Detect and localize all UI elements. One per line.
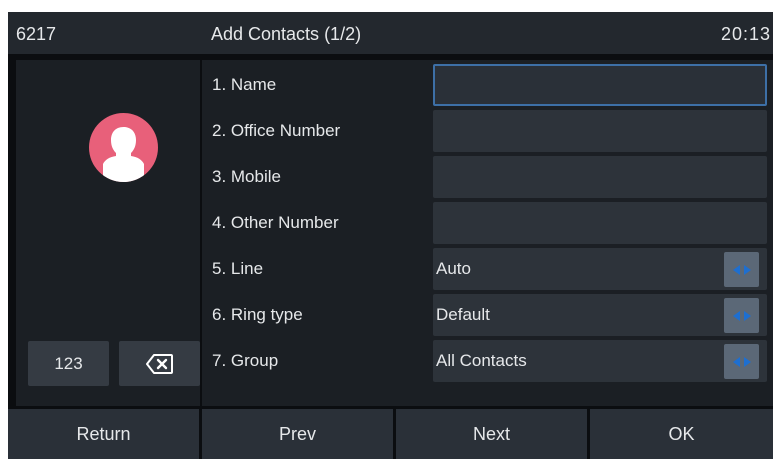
backspace-icon bbox=[145, 353, 173, 374]
avatar bbox=[89, 113, 158, 182]
return-button[interactable]: Return bbox=[8, 409, 199, 459]
extension-number: 6217 bbox=[16, 24, 57, 44]
ring-type-value: Default bbox=[436, 305, 490, 324]
ok-button[interactable]: OK bbox=[590, 409, 773, 459]
phone-screen: 6217 Add Contacts (1/2) 20:13 123 1. Nam… bbox=[8, 12, 773, 459]
left-right-arrows-icon bbox=[732, 310, 751, 321]
form-row-line: 5. Line Auto bbox=[202, 246, 773, 292]
input-mode-label: 123 bbox=[54, 353, 83, 373]
softkey-bar: Return Prev Next OK bbox=[8, 409, 773, 459]
line-label: 5. Line bbox=[212, 259, 264, 278]
next-button[interactable]: Next bbox=[396, 409, 587, 459]
mobile-label: 3. Mobile bbox=[212, 167, 281, 186]
form-row-mobile: 3. Mobile bbox=[202, 154, 773, 200]
group-label: 7. Group bbox=[212, 351, 279, 370]
left-right-arrows-icon bbox=[732, 264, 751, 275]
office-number-field[interactable] bbox=[433, 110, 767, 152]
form-row-office-number: 2. Office Number bbox=[202, 108, 773, 154]
ring-type-select[interactable]: Default bbox=[433, 294, 767, 336]
group-switch-button[interactable] bbox=[724, 344, 759, 379]
form-row-group: 7. Group All Contacts bbox=[202, 338, 773, 384]
other-number-field[interactable] bbox=[433, 202, 767, 244]
line-switch-button[interactable] bbox=[724, 252, 759, 287]
line-value: Auto bbox=[436, 259, 471, 278]
name-label: 1. Name bbox=[212, 75, 277, 94]
name-field[interactable] bbox=[433, 64, 767, 106]
prev-button[interactable]: Prev bbox=[202, 409, 393, 459]
form-row-other-number: 4. Other Number bbox=[202, 200, 773, 246]
left-panel: 123 bbox=[16, 60, 200, 406]
ring-type-switch-button[interactable] bbox=[724, 298, 759, 333]
office-number-label: 2. Office Number bbox=[212, 121, 341, 140]
clock: 20:13 bbox=[720, 24, 771, 44]
group-select[interactable]: All Contacts bbox=[433, 340, 767, 382]
form-row-name: 1. Name bbox=[202, 62, 773, 108]
page-title: Add Contacts (1/2) bbox=[211, 24, 362, 44]
person-icon bbox=[103, 127, 144, 182]
title-bar: 6217 Add Contacts (1/2) 20:13 bbox=[8, 12, 773, 54]
contact-form: 1. Name 2. Office Number 3. Mobile 4. Ot… bbox=[202, 60, 773, 406]
input-mode-button[interactable]: 123 bbox=[28, 341, 109, 386]
other-number-label: 4. Other Number bbox=[212, 213, 339, 232]
line-select[interactable]: Auto bbox=[433, 248, 767, 290]
delete-button[interactable] bbox=[119, 341, 200, 386]
ring-type-label: 6. Ring type bbox=[212, 305, 303, 324]
form-row-ring-type: 6. Ring type Default bbox=[202, 292, 773, 338]
group-value: All Contacts bbox=[436, 351, 527, 370]
left-right-arrows-icon bbox=[732, 356, 751, 367]
mobile-field[interactable] bbox=[433, 156, 767, 198]
